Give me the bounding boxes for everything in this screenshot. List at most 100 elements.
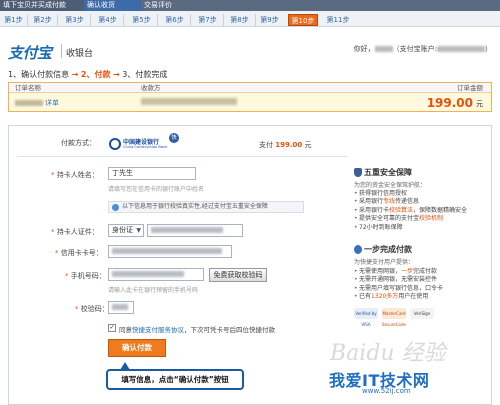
shield-icon — [354, 168, 362, 177]
order-amount: 199.00 — [426, 96, 473, 110]
fast-pay-item: 无需用户填写银行信息，口令卡 — [354, 285, 443, 294]
agree-suffix: ，下次可凭卡号后四位快捷付款 — [184, 326, 275, 334]
security-item: 采用银行专线传递信息 — [354, 198, 467, 207]
step-divider — [57, 14, 58, 26]
step-tabs: 第1步 第2步 第3步 第4步 第5步 第6步 第7步 第8步 第9步 第10步… — [0, 11, 500, 27]
step-tab-6[interactable]: 第6步 — [162, 14, 187, 26]
step-divider — [157, 14, 158, 26]
code-redacted — [112, 304, 128, 310]
security-item: 72小时到账保障 — [354, 224, 467, 233]
security-item: 采用银行卡校验算法，保障数据精确安全 — [354, 207, 467, 216]
card-number-input[interactable] — [108, 245, 232, 258]
divider — [17, 156, 347, 157]
pay-method-label: 付款方式： — [61, 139, 96, 147]
confirm-pay-button[interactable]: 确认付款 — [108, 339, 166, 357]
trade-process-bar: 填下宝贝并买成付款 确认收货 交易评价 — [0, 0, 500, 11]
verify-notice-text: 以下信息用于银行校验真实性,经过支付宝五重安全保障 — [122, 203, 268, 210]
step-divider — [27, 14, 28, 26]
verisign-logo: VeriSign — [410, 308, 434, 319]
step-tab-10-active[interactable]: 第10步 — [288, 14, 318, 26]
alipay-logo[interactable]: 支付宝 — [8, 42, 52, 62]
id-label: * 持卡人证件： — [51, 228, 99, 236]
code-input[interactable] — [108, 301, 134, 314]
verified-by-visa-logo: Verified by VISA — [354, 308, 378, 327]
fast-pay-title: 一步完成付款 — [364, 245, 412, 254]
ccb-logo-icon — [109, 138, 121, 150]
verify-notice: 以下信息用于银行校验真实性,经过支付宝五重安全保障 — [108, 201, 304, 213]
fast-pay-item: 已有1320多万用户在使用 — [354, 293, 443, 302]
progress-step-done: 3、付款完成 — [122, 70, 168, 79]
step-tab-11[interactable]: 第11步 — [323, 14, 353, 26]
order-header-row: 订单名称 收款方 订单金额 — [9, 83, 491, 93]
pay-amount: 支付 199.00 元 — [259, 140, 311, 150]
fast-pay-item: 无需开通网银，无需安装控件 — [354, 276, 443, 285]
security-subtitle: 为您的资金安全保驾护航： — [354, 182, 427, 189]
step-tab-5[interactable]: 第5步 — [129, 14, 154, 26]
site-url-watermark: www.52ij.com — [362, 387, 411, 395]
order-currency: 元 — [476, 100, 483, 108]
step-tab-4[interactable]: 第4步 — [95, 14, 120, 26]
card-number-label: * 信用卡卡号： — [55, 249, 103, 257]
security-list: 获得银行信用授权 采用银行专线传递信息 采用银行卡校验算法，保障数据精确安全 提… — [354, 190, 467, 232]
order-summary: 订单名称 收款方 订单金额 详单 199.00 元 — [8, 82, 492, 112]
order-name: 详单 — [15, 98, 59, 108]
order-name-redacted — [15, 100, 43, 106]
order-detail-link[interactable]: 详单 — [45, 99, 59, 107]
card-number-redacted — [112, 248, 222, 254]
lightning-icon — [354, 245, 362, 254]
step-tab-8[interactable]: 第8步 — [227, 14, 252, 26]
username-redacted — [374, 46, 393, 52]
step-divider — [123, 14, 124, 26]
id-type-value: 身份证 — [112, 226, 133, 234]
chevron-down-icon: ▼ — [136, 227, 141, 234]
page: 填下宝贝并买成付款 确认收货 交易评价 第1步 第2步 第3步 第4步 第5步 … — [0, 0, 500, 405]
id-number-input[interactable] — [147, 224, 243, 237]
security-item: 提供安全可靠的支付宝校验机制 — [354, 215, 467, 224]
quick-pay-badge-icon: 快 — [169, 133, 179, 143]
agreement-link[interactable]: 快捷支付服务协议 — [132, 326, 184, 334]
info-icon — [112, 204, 119, 211]
progress-arrow: → — [113, 70, 120, 79]
ccb-bank-logo: 中国建设银行 China Construction Bank — [109, 136, 167, 152]
order-name-header: 订单名称 — [15, 84, 41, 92]
progress-arrow: → — [71, 70, 79, 79]
mastercard-securecode-logo: MasterCard SecureCode — [382, 308, 406, 327]
get-sms-code-button[interactable]: 免费获取校验码 — [209, 268, 267, 282]
progress-step-pay: 2、付款 — [80, 70, 111, 79]
step-divider — [190, 14, 191, 26]
step-tab-3[interactable]: 第3步 — [62, 14, 87, 26]
payment-progress: 1、确认付款信息 → 2、付款 → 3、付款完成 — [8, 69, 167, 80]
id-type-select[interactable]: 身份证 ▼ — [108, 224, 144, 237]
process-step-review: 交易评价 — [141, 0, 205, 11]
step-divider — [90, 14, 91, 26]
pay-suffix: 元 — [304, 141, 312, 149]
id-number-redacted — [151, 227, 223, 233]
holder-name-input[interactable]: 丁先生 — [108, 167, 196, 180]
greeting-label: 你好， — [353, 45, 375, 53]
phone-label: * 手机号码： — [65, 272, 106, 280]
pay-prefix: 支付 — [259, 141, 273, 149]
agree-checkbox[interactable]: ✓ — [108, 324, 116, 332]
step-tab-2[interactable]: 第2步 — [30, 14, 55, 26]
page-title: 收银台 — [66, 49, 94, 59]
process-step-receive: 确认收货 — [84, 0, 141, 11]
step-tab-1[interactable]: 第1步 — [1, 14, 26, 26]
payee-header: 收款方 — [141, 84, 161, 92]
step-tab-9[interactable]: 第9步 — [257, 14, 282, 26]
step-tab-7[interactable]: 第7步 — [195, 14, 220, 26]
baidu-watermark: Baidu 经验 — [330, 341, 446, 366]
amount-header: 订单金额 — [457, 84, 483, 92]
holder-name-hint: 请填写您在信用卡的银行账户中姓名 — [108, 186, 205, 193]
bank-name-en: China Construction Bank — [123, 145, 168, 149]
fast-pay-subtitle: 为快捷支付用户提供： — [354, 259, 415, 266]
step-divider — [223, 14, 224, 26]
fast-pay-list: 无需使用网银，一步完成付款 无需开通网银，无需安装控件 无需用户填写银行信息，口… — [354, 268, 443, 302]
security-title: 五重安全保障 — [364, 168, 412, 177]
agree-prefix: 同意 — [119, 326, 132, 334]
phone-redacted — [112, 271, 184, 277]
payee-redacted — [141, 98, 237, 105]
account-prefix: （支付宝账户: — [392, 45, 437, 53]
order-row: 详单 199.00 元 — [9, 93, 491, 111]
process-step-order: 填下宝贝并买成付款 — [0, 0, 84, 11]
phone-input[interactable] — [108, 268, 204, 281]
